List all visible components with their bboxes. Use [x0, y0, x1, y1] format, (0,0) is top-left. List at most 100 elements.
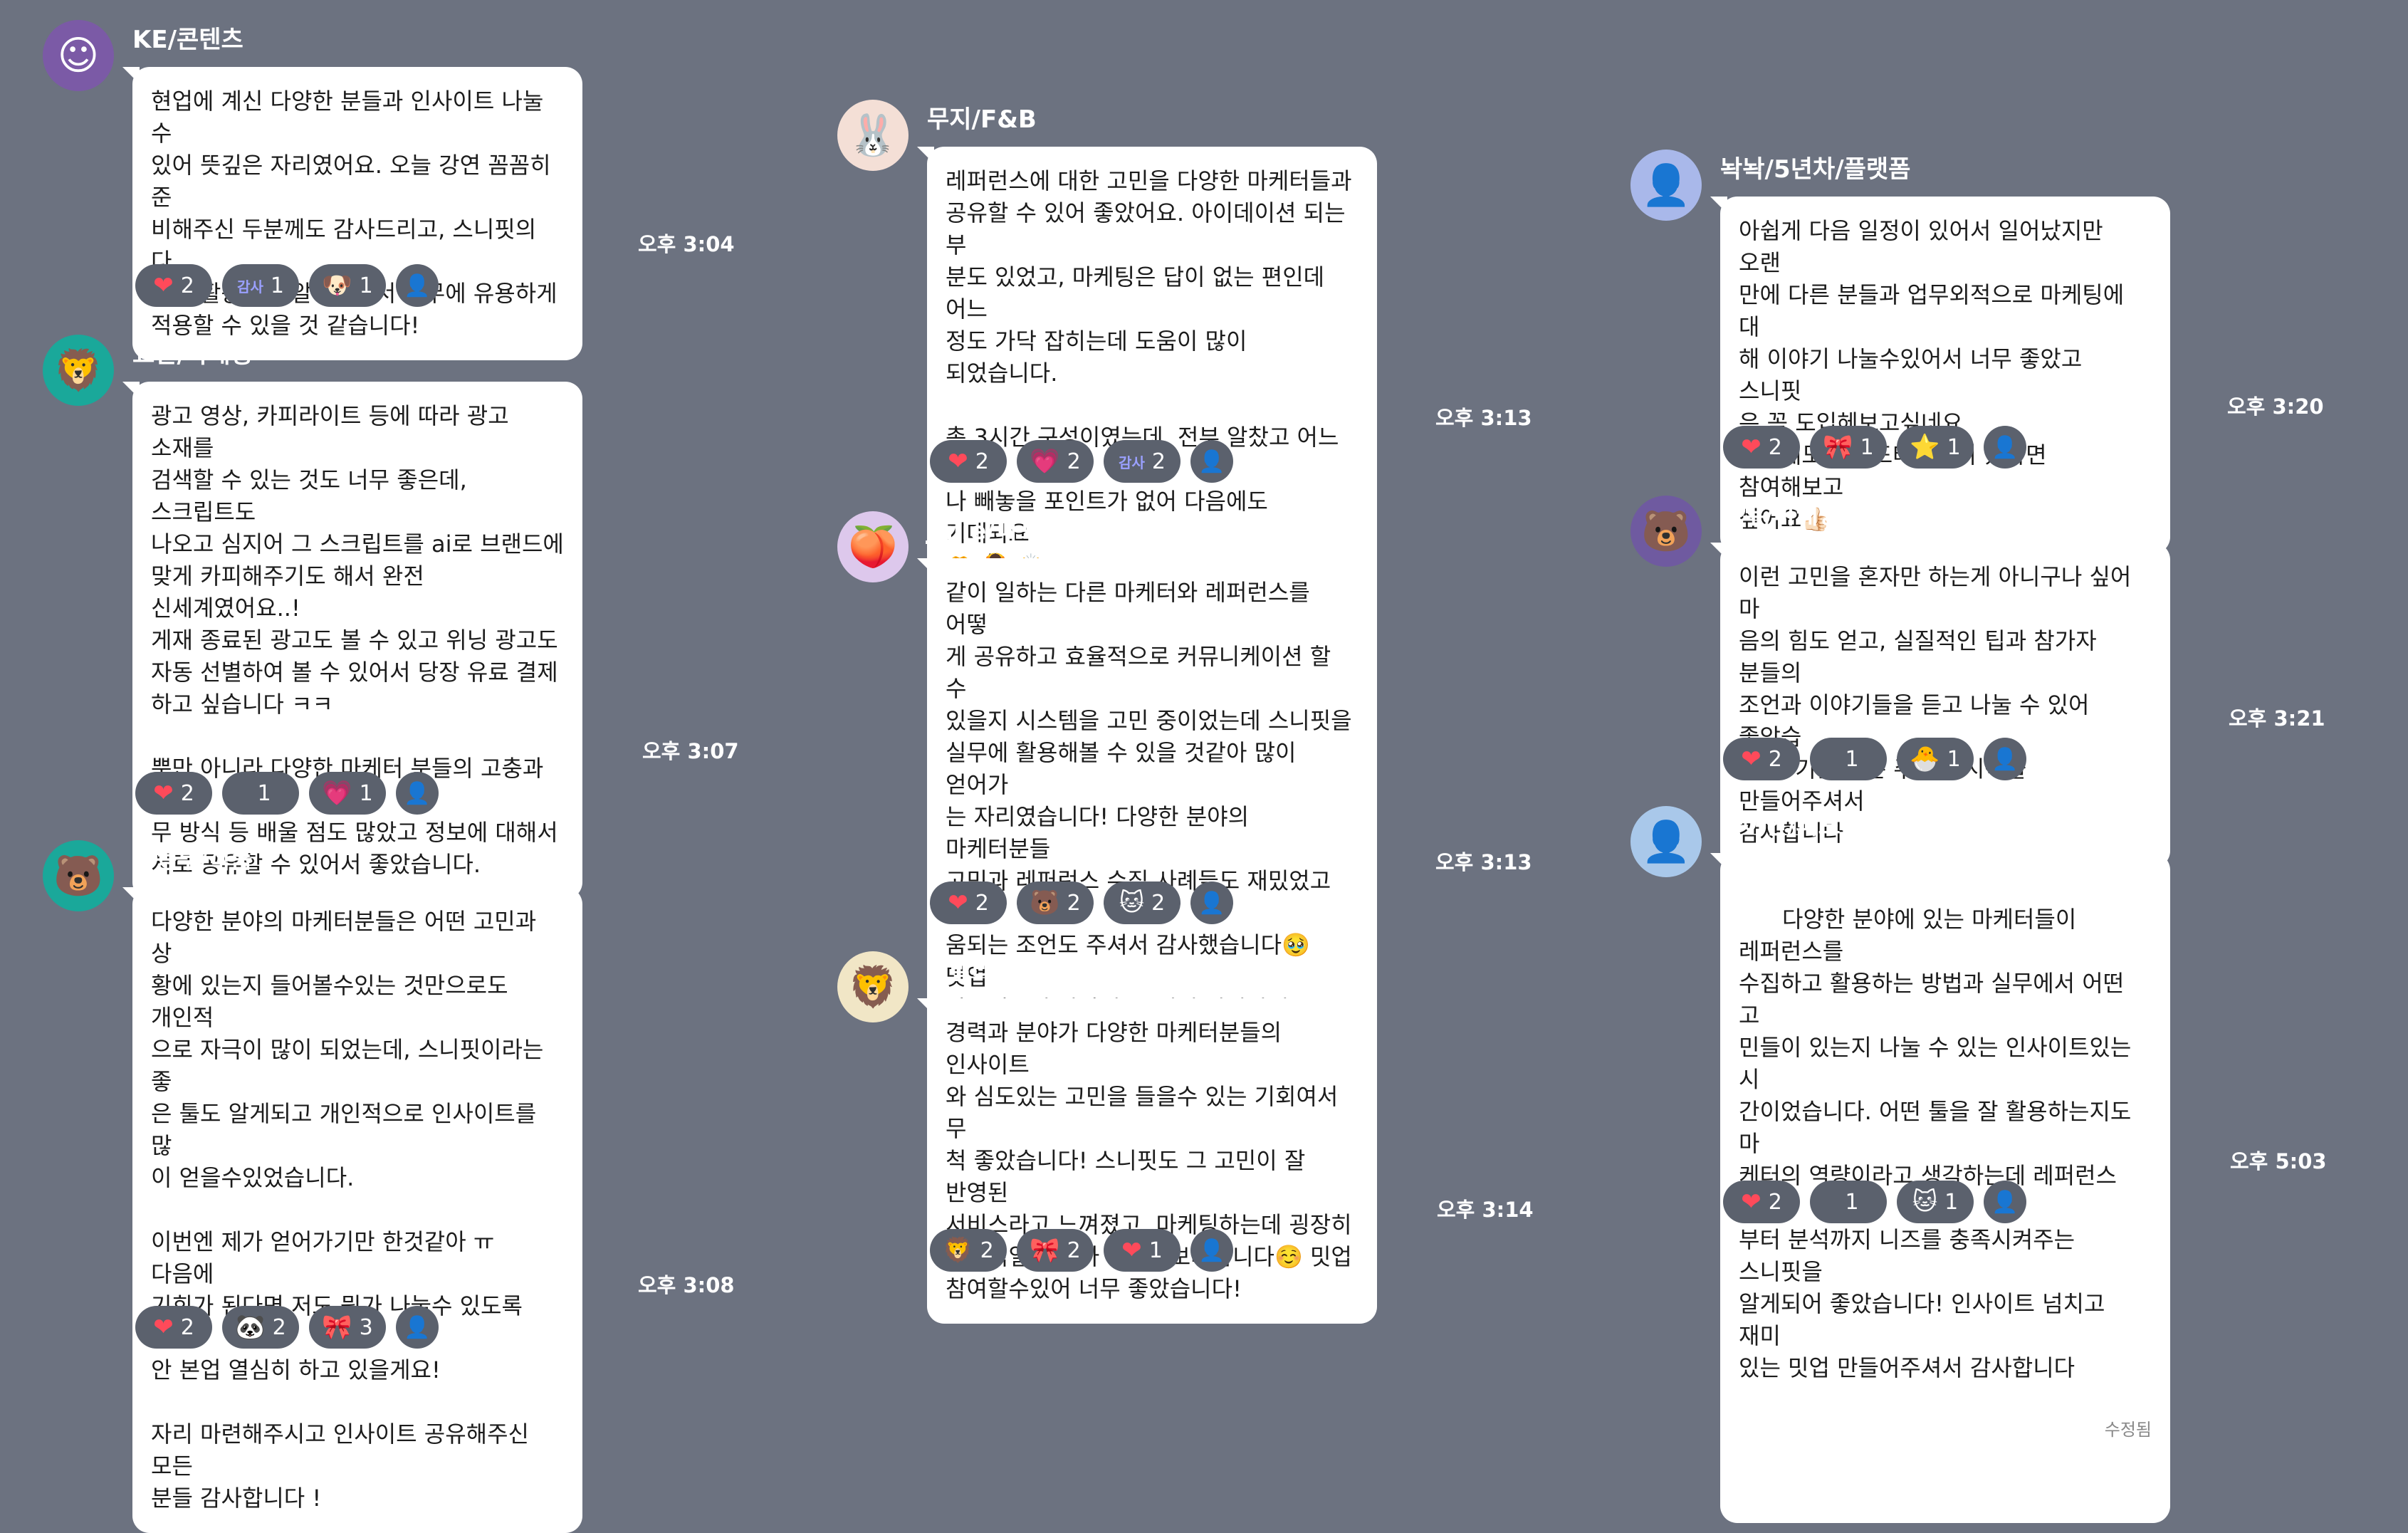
reaction-heart[interactable]: ❤ 2 [930, 881, 1007, 924]
reaction-heart[interactable]: ❤ 2 [1723, 1181, 1800, 1223]
add-reaction-button[interactable]: 👤 [396, 264, 439, 307]
reaction-bar: ❤ 2 🎀 1 ⭐ 1 👤 [1723, 426, 2026, 469]
sender-name: 라이언/퍼포마 [1720, 812, 1863, 840]
reaction-count: 1 [1860, 434, 1874, 460]
reaction-count: 1 [1944, 1189, 1959, 1215]
avatar[interactable]: 👤 [1630, 806, 1702, 877]
reaction-sticker[interactable]: 🎀 1 [1810, 426, 1887, 469]
avatar[interactable]: 🐻 [43, 840, 114, 911]
avatar[interactable]: ☺ [43, 20, 114, 91]
timestamp: 오후 3:14 [1437, 1198, 1534, 1222]
ryan-sticker-icon: 🦁 [53, 347, 103, 394]
reaction-bar: ❤ 2 1 💗 1 👤 [135, 772, 439, 815]
reaction-heart[interactable]: ❤ 2 [1723, 426, 1800, 469]
bear-sticker-icon: 🐻 [1030, 889, 1060, 917]
message-bubble[interactable]: 광고 영상, 카피라이트 등에 따라 광고 소재를 검색할 수 있는 것도 너무… [122, 382, 582, 899]
dog-sticker-icon: 🐶 [322, 271, 352, 300]
reaction-count: 3 [359, 1314, 373, 1340]
reaction-count: 1 [1845, 746, 1859, 772]
reaction-panda[interactable]: 🐼 2 [222, 1306, 299, 1349]
reaction-count: 1 [1947, 746, 1961, 772]
reaction-lion[interactable]: 🦁 2 [930, 1229, 1007, 1272]
reaction-sticker-yellow[interactable]: ⭐ 1 [1897, 426, 1974, 469]
sticker-avatar-icon: 🐻 [1641, 508, 1691, 555]
avatar[interactable]: 🍑 [837, 511, 909, 582]
add-reaction-button[interactable]: 👤 [396, 772, 439, 815]
message-bubble[interactable]: 경력과 분야가 다양한 마케터분들의 인사이트 와 심도있는 고민을 들을수 있… [917, 998, 1377, 1324]
sticker-icon: 🎀 [1823, 433, 1853, 461]
reaction-count: 2 [1768, 1189, 1782, 1215]
sender-name: KE/콘텐츠 [132, 26, 244, 54]
heart-icon: ❤ [1741, 745, 1761, 773]
reaction-blank[interactable]: 1 [1810, 1181, 1887, 1223]
add-reaction-button[interactable]: 👤 [1984, 738, 2026, 780]
white-bear-sticker-icon: 🐻 [53, 853, 103, 899]
reaction-blank[interactable]: 1 [1810, 738, 1887, 780]
add-reaction-button[interactable]: 👤 [1984, 1181, 2026, 1223]
muzi-sticker-icon: 🐰 [848, 113, 898, 159]
avatar[interactable]: 🦁 [43, 335, 114, 406]
avatar[interactable]: 🦁 [837, 951, 909, 1022]
reaction-count: 2 [180, 1314, 194, 1340]
reaction-count: 2 [1151, 890, 1166, 916]
reaction-heart-circle[interactable]: 💗 2 [1017, 440, 1094, 483]
avatar[interactable]: 🐰 [837, 100, 909, 171]
avatar[interactable]: 🐻 [1630, 496, 1702, 567]
cat-sticker-icon: 🐱 [1912, 1188, 1938, 1216]
reaction-chick[interactable]: 🐣 1 [1897, 738, 1974, 780]
reaction-heart-circle[interactable]: 💗 1 [309, 772, 386, 815]
message-bubble[interactable]: 다양한 분야의 마케터분들은 어떤 고민과 상 황에 있는지 들어볼수있는 것만… [122, 887, 582, 1533]
chick-sticker-icon: 🐣 [1910, 745, 1940, 773]
add-reaction-button[interactable]: 👤 [1190, 881, 1233, 924]
reaction-sticker[interactable]: 🎀 2 [1017, 1229, 1094, 1272]
reaction-bar: ❤ 2 감사 1 🐶 1 👤 [135, 264, 439, 307]
person-outline-icon: 👤 [1198, 890, 1225, 916]
reaction-bar: 🦁 2 🎀 2 ❤ 1 👤 [930, 1229, 1233, 1272]
reaction-count: 2 [980, 1238, 994, 1263]
add-reaction-button[interactable]: 👤 [396, 1306, 439, 1349]
person-outline-icon: 👤 [1991, 434, 2019, 460]
add-reaction-button[interactable]: 👤 [1190, 440, 1233, 483]
reaction-sticker[interactable]: 🎀 3 [309, 1306, 386, 1349]
reaction-dog[interactable]: 🐶 1 [309, 264, 386, 307]
person-outline-icon: 👤 [1198, 449, 1225, 474]
sender-name: 놕놕/5년차/플랫폼 [1720, 155, 1911, 184]
person-sticker-icon: ☺ [57, 32, 100, 79]
lion-sticker-icon: 🦁 [943, 1236, 973, 1265]
reaction-heart[interactable]: ❤ 2 [1723, 738, 1800, 780]
reaction-heart[interactable]: ❤ 2 [930, 440, 1007, 483]
timestamp: 오후 3:20 [2227, 394, 2324, 419]
sticker-yellow-icon: ⭐ [1910, 433, 1940, 461]
timestamp: 오후 3:04 [638, 232, 735, 256]
reaction-bar: ❤ 2 💗 2 감사 2 👤 [930, 440, 1233, 483]
reaction-heart[interactable]: ❤ 2 [135, 1306, 212, 1349]
person-outline-icon: 👤 [1198, 1238, 1225, 1263]
reaction-thanks[interactable]: 감사 1 [222, 264, 299, 307]
timestamp: 오후 3:07 [642, 739, 739, 763]
person-outline-icon: 👤 [404, 1314, 431, 1340]
ryan-music-sticker-icon: 🦁 [848, 964, 898, 1010]
reaction-bear[interactable]: 🐻 2 [1017, 881, 1094, 924]
reaction-heart[interactable]: ❤ 2 [135, 264, 212, 307]
message-bubble[interactable]: 현업에 계신 다양한 분들과 인사이트 나눌 수 있어 뜻깊은 자리였어요. 오… [122, 67, 582, 360]
reaction-cat[interactable]: 🐱 1 [1897, 1181, 1974, 1223]
sticker-icon: 🎀 [322, 1313, 352, 1341]
reaction-count: 1 [257, 780, 271, 806]
avatar[interactable]: 👤 [1630, 150, 1702, 221]
sender-name: 요란/마케팅 [132, 340, 253, 369]
add-reaction-button[interactable]: 👤 [1190, 1229, 1233, 1272]
heart-icon: ❤ [1121, 1236, 1142, 1265]
reaction-blank[interactable]: 1 [222, 772, 299, 815]
timestamp: 오후 5:03 [2230, 1149, 2327, 1173]
add-reaction-button[interactable]: 👤 [1984, 426, 2026, 469]
reaction-heart[interactable]: ❤ 2 [135, 772, 212, 815]
reaction-heart[interactable]: ❤ 1 [1104, 1229, 1181, 1272]
reaction-count: 1 [359, 273, 373, 298]
reaction-bar: ❤ 2 🐼 2 🎀 3 👤 [135, 1306, 439, 1349]
reaction-thanks[interactable]: 감사 2 [1104, 440, 1181, 483]
person-outline-icon: 👤 [1991, 746, 2019, 772]
reaction-cat[interactable]: 🐱 2 [1104, 881, 1181, 924]
panda-sticker-icon: 🐼 [235, 1313, 266, 1341]
timestamp: 오후 3:21 [2229, 706, 2325, 731]
heart-icon: ❤ [153, 779, 174, 807]
